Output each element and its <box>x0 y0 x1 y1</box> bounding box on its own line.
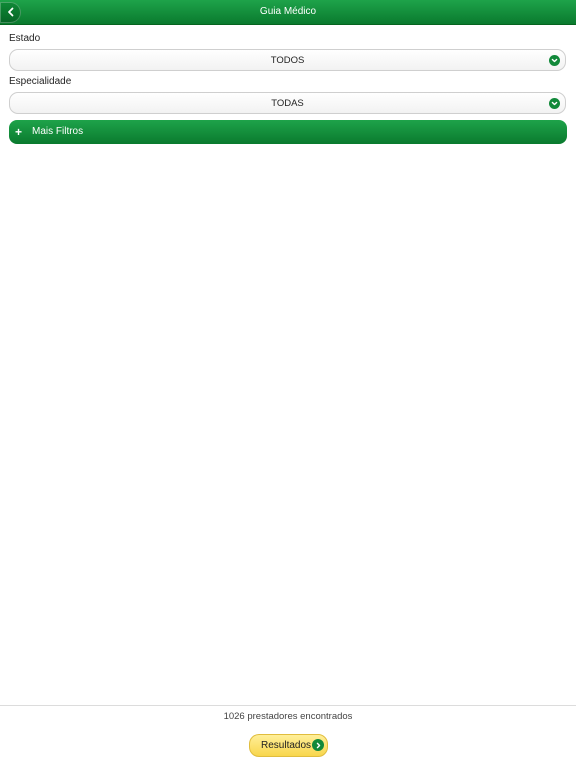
arrow-right-circle-icon <box>312 739 324 751</box>
top-bar: Guia Médico <box>0 0 576 25</box>
footer-bar: 1026 prestadores encontrados Resultados <box>0 705 576 768</box>
plus-icon: + <box>15 125 23 139</box>
estado-select[interactable]: TODOS <box>9 49 566 71</box>
results-count: 1026 prestadores encontrados <box>223 711 353 722</box>
especialidade-select[interactable]: TODAS <box>9 92 566 114</box>
especialidade-value: TODAS <box>271 98 304 109</box>
guia-medico-screen: Guia Médico Estado TODOS Especialidade T… <box>0 0 576 768</box>
estado-value: TODOS <box>270 55 305 66</box>
results-button-label: Resultados <box>261 740 312 751</box>
page-title: Guia Médico <box>259 6 317 17</box>
chevron-down-icon <box>549 55 560 66</box>
more-filters-button[interactable]: + Mais Filtros <box>9 120 567 144</box>
estado-label: Estado <box>9 33 41 44</box>
especialidade-label: Especialidade <box>9 76 72 87</box>
more-filters-label: Mais Filtros <box>32 126 84 137</box>
results-button[interactable]: Resultados <box>249 734 328 757</box>
chevron-down-icon <box>549 98 560 109</box>
